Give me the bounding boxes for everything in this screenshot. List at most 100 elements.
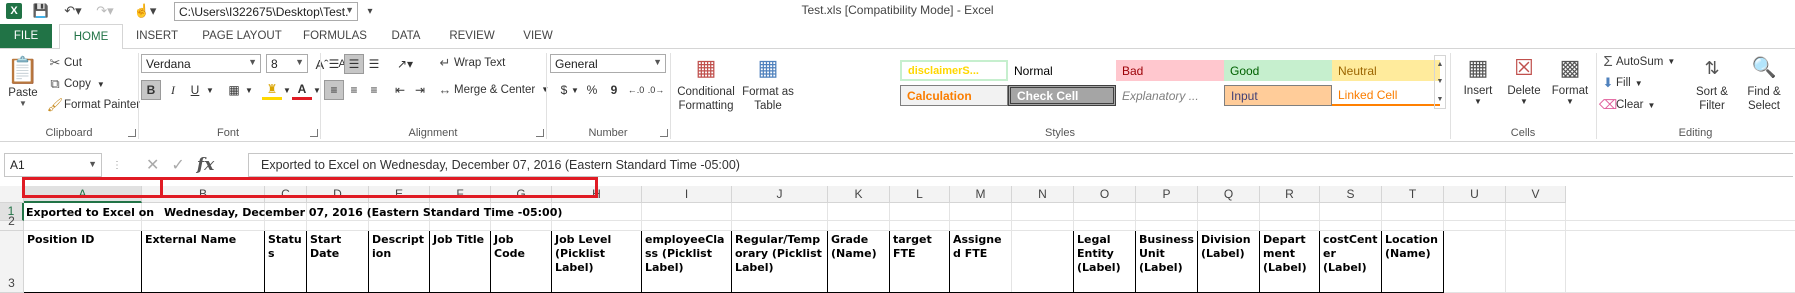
customize-qat-icon[interactable]: ▾ [364, 2, 376, 20]
merge-center-button[interactable]: ↔Merge & Center▼ [436, 82, 550, 97]
dialog-launcher-icon[interactable] [310, 129, 318, 137]
italic-button[interactable]: I [163, 80, 183, 100]
cell-style-3[interactable]: Good [1224, 60, 1332, 81]
wrap-text-button[interactable]: ↵ Wrap Text [436, 55, 506, 71]
column-header-g[interactable]: G [491, 186, 552, 203]
cell-style-5[interactable]: Calculation [900, 85, 1008, 106]
insert-function-icon[interactable]: fx [197, 155, 214, 175]
cell-style-1[interactable]: Normal [1008, 60, 1116, 81]
more-icon[interactable]: ▼ [1437, 96, 1444, 103]
font-color-button[interactable]: A [292, 80, 312, 100]
column-header-h[interactable]: H [552, 186, 642, 203]
tab-review[interactable]: REVIEW [444, 24, 500, 48]
chevron-down-icon[interactable]: ▼ [205, 80, 215, 100]
row-header-3[interactable]: 3 [0, 231, 24, 293]
column-header-c[interactable]: C [265, 186, 307, 203]
align-top-icon[interactable]: ☰ [324, 54, 344, 74]
tab-file[interactable]: FILE [0, 24, 52, 48]
more-options-icon[interactable]: ⋮ [112, 160, 122, 171]
row-header-2[interactable]: 2 [0, 214, 24, 231]
autosum-button[interactable]: Σ AutoSum ▼ [1600, 53, 1675, 70]
column-header-b[interactable]: B [142, 186, 265, 203]
format-painter-button[interactable]: 🖌 Format Painter [46, 97, 140, 113]
cell-style-0[interactable]: disclaimerS... [900, 60, 1008, 81]
decrease-indent-icon[interactable]: ⇤ [390, 80, 410, 100]
column-header-a[interactable]: A [24, 186, 142, 203]
worksheet[interactable]: ABCDEFGHIJKLMNOPQRSTUV 123 Exported to E… [0, 186, 1795, 293]
underline-button[interactable]: U [185, 80, 205, 100]
chevron-down-icon[interactable]: ▼ [570, 80, 580, 100]
cell-style-7[interactable]: Explanatory ... [1116, 85, 1224, 106]
header-cell[interactable]: Business Unit (Label) [1136, 231, 1198, 293]
column-header-i[interactable]: I [642, 186, 732, 203]
header-cell[interactable]: Regular/Temporary (Picklist Label) [732, 231, 828, 293]
font-name-combo[interactable]: Verdana ▼ [141, 54, 261, 73]
align-left-icon[interactable]: ≡ [324, 80, 344, 100]
format-as-table-button[interactable]: ▦ Format as Table [740, 51, 796, 125]
header-cell[interactable]: Assigned FTE [950, 231, 1012, 293]
header-cell[interactable]: Job Code [491, 231, 552, 293]
column-header-j[interactable]: J [732, 186, 828, 203]
header-cell[interactable]: target FTE [890, 231, 950, 293]
cut-button[interactable]: ✂ Cut [46, 55, 82, 71]
fill-button[interactable]: ⬇ Fill ▼ [1600, 75, 1643, 91]
header-cell[interactable]: Start Date [307, 231, 369, 293]
chevron-down-icon[interactable]: ▼ [282, 80, 292, 100]
column-header-p[interactable]: P [1136, 186, 1198, 203]
cell-a1[interactable]: Exported to Excel on [26, 204, 160, 221]
undo-icon[interactable]: ↶▾ [60, 2, 86, 20]
header-cell[interactable]: Division (Label) [1198, 231, 1260, 293]
increase-indent-icon[interactable]: ⇥ [410, 80, 430, 100]
cell-b1[interactable]: Wednesday, December 07, 2016 (Eastern St… [164, 204, 604, 221]
header-cell[interactable]: External Name [142, 231, 265, 293]
align-center-icon[interactable]: ≡ [344, 80, 364, 100]
header-cell[interactable]: costCenter (Label) [1320, 231, 1382, 293]
number-format-combo[interactable]: General ▼ [550, 54, 666, 73]
column-header-l[interactable]: L [890, 186, 950, 203]
cell-style-4[interactable]: Neutral [1332, 60, 1440, 81]
chevron-up-icon[interactable]: ▲ [1437, 61, 1444, 68]
tab-page-layout[interactable]: PAGE LAYOUT [196, 24, 288, 48]
header-cell[interactable]: Legal Entity (Label) [1074, 231, 1136, 293]
decrease-decimal-icon[interactable]: .0→ [646, 80, 666, 100]
cell-style-2[interactable]: Bad [1116, 60, 1224, 81]
header-cell[interactable]: Location (Name) [1382, 231, 1444, 293]
column-header-d[interactable]: D [307, 186, 369, 203]
bold-button[interactable]: B [141, 80, 161, 100]
touch-mode-icon[interactable]: ☝▾ [130, 2, 160, 20]
column-header-s[interactable]: S [1320, 186, 1382, 203]
copy-button[interactable]: ⧉ Copy ▼ [46, 76, 104, 92]
header-cell[interactable]: Grade (Name) [828, 231, 890, 293]
tab-formulas[interactable]: FORMULAS [300, 24, 370, 48]
percent-button[interactable]: % [582, 80, 602, 100]
find-select-button[interactable]: 🔍 Find & Select [1740, 51, 1788, 125]
tab-insert[interactable]: INSERT [134, 24, 180, 48]
insert-cells-button[interactable]: ▦ Insert ▼ [1456, 51, 1500, 125]
formula-input[interactable]: Exported to Excel on Wednesday, December… [248, 153, 1793, 177]
conditional-formatting-button[interactable]: ▦ Conditional Formatting [674, 51, 738, 125]
column-header-e[interactable]: E [369, 186, 430, 203]
header-cell[interactable] [1012, 231, 1074, 293]
column-header-r[interactable]: R [1260, 186, 1320, 203]
delete-cells-button[interactable]: ☒ Delete ▼ [1502, 51, 1546, 125]
column-header-t[interactable]: T [1382, 186, 1444, 203]
paste-button[interactable]: 📋 Paste ▼ [6, 53, 40, 127]
name-box[interactable]: A1 ▼ [4, 153, 102, 177]
column-header-m[interactable]: M [950, 186, 1012, 203]
dialog-launcher-icon[interactable] [536, 129, 544, 137]
clear-button[interactable]: ⌫ Clear ▼ [1599, 97, 1656, 113]
fill-color-icon[interactable]: ♜ [262, 80, 282, 100]
cell-style-9[interactable]: Linked Cell [1332, 85, 1440, 106]
header-cell[interactable]: Job Title [430, 231, 491, 293]
header-cell[interactable]: Description [369, 231, 430, 293]
header-cell[interactable]: Job Level (Picklist Label) [552, 231, 642, 293]
save-icon[interactable]: 💾 [32, 2, 50, 20]
enter-icon[interactable]: ✓ [171, 155, 184, 175]
align-bottom-icon[interactable]: ☰ [364, 54, 384, 74]
cell-style-6[interactable]: Check Cell [1008, 85, 1116, 106]
header-cell[interactable]: Status [265, 231, 307, 293]
column-header-q[interactable]: Q [1198, 186, 1260, 203]
borders-icon[interactable]: ▦ [224, 80, 244, 100]
column-header-o[interactable]: O [1074, 186, 1136, 203]
chevron-down-icon[interactable]: ▼ [1437, 78, 1444, 85]
